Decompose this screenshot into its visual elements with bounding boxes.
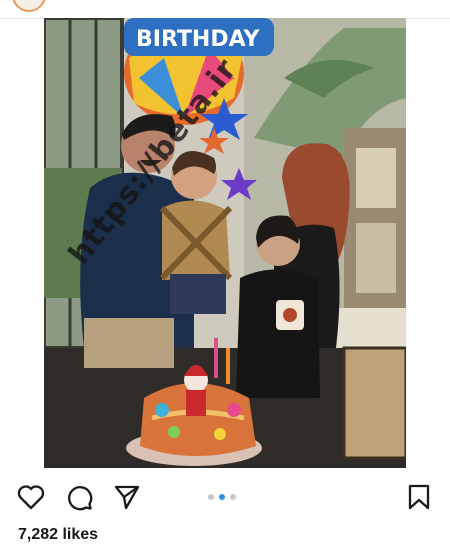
family-birthday-photo: BIRTHDAY: [44, 18, 406, 468]
save-button[interactable]: [404, 482, 434, 512]
comment-icon: [68, 486, 93, 511]
like-button[interactable]: [16, 482, 46, 512]
balloon-text: BIRTHDAY: [136, 27, 261, 52]
bookmark-icon: [408, 484, 430, 510]
carousel-indicator: [208, 494, 236, 500]
instagram-post: BIRTHDAY https://beta.ir 7,282 likes: [0, 0, 450, 551]
share-button[interactable]: [112, 482, 142, 512]
post-header: [0, 0, 450, 19]
likes-count[interactable]: 7,282 likes: [18, 526, 98, 544]
send-icon: [114, 485, 140, 510]
avatar[interactable]: [12, 0, 46, 12]
carousel-dot-active: [219, 494, 225, 500]
post-image[interactable]: BIRTHDAY: [44, 18, 406, 468]
post-actions: [0, 478, 450, 518]
carousel-dot: [230, 494, 236, 500]
comment-button[interactable]: [64, 482, 94, 512]
heart-icon: [17, 485, 45, 510]
carousel-dot: [208, 494, 214, 500]
